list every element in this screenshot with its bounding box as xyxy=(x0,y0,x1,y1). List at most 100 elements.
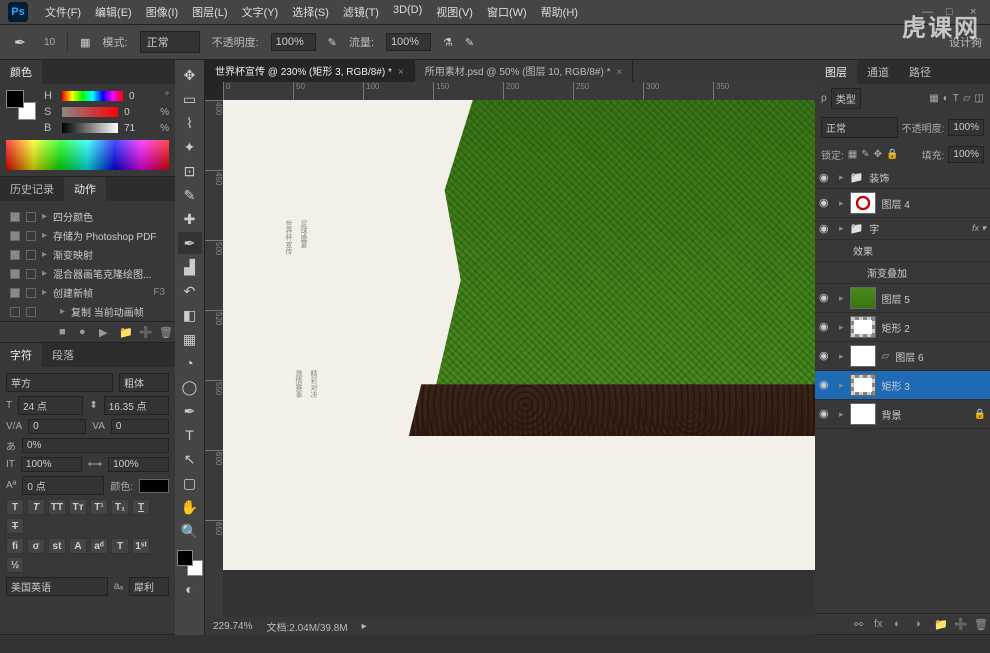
layer-row[interactable]: 渐变叠加 xyxy=(815,262,990,284)
shape-tool[interactable]: ▢ xyxy=(178,472,202,494)
action-dialog-toggle[interactable] xyxy=(26,307,36,317)
layer-row[interactable]: ▸矩形 3 xyxy=(815,371,990,400)
close-tab-icon[interactable]: × xyxy=(616,67,622,78)
visibility-icon[interactable] xyxy=(819,320,833,334)
record-icon[interactable]: ● xyxy=(79,326,91,338)
quickmask-tool[interactable]: ◐ xyxy=(178,578,202,600)
allcaps-button[interactable]: TT xyxy=(48,499,66,515)
layer-name[interactable]: 矩形 2 xyxy=(882,320,986,335)
menu-item[interactable]: 视图(V) xyxy=(429,4,480,20)
opacity-input[interactable]: 100% xyxy=(271,33,316,51)
baseline-input[interactable]: 0 点 xyxy=(22,476,104,495)
layer-row[interactable]: ▸装饰 xyxy=(815,167,990,189)
layer-name[interactable]: 图层 4 xyxy=(882,196,986,211)
menu-item[interactable]: 文字(Y) xyxy=(235,4,286,20)
italic-button[interactable]: T xyxy=(27,499,45,515)
close-tab-icon[interactable]: × xyxy=(398,67,404,78)
lock-pos-icon[interactable]: ✥ xyxy=(874,149,882,160)
font-size-input[interactable]: 24 点 xyxy=(18,396,83,415)
bold-button[interactable]: T xyxy=(6,499,24,515)
fx-label[interactable]: fx ▾ xyxy=(972,223,986,234)
menu-item[interactable]: 帮助(H) xyxy=(534,4,585,20)
text-color-swatch[interactable] xyxy=(139,479,169,493)
group-icon[interactable]: 📁 xyxy=(934,618,946,630)
menu-item[interactable]: 选择(S) xyxy=(285,4,336,20)
flow-input[interactable]: 100% xyxy=(386,33,431,51)
status-arrow-icon[interactable]: ▸ xyxy=(362,621,367,632)
stamp-tool[interactable]: ▟ xyxy=(178,256,202,278)
dodge-tool[interactable]: ◯ xyxy=(178,376,202,398)
ligature-button[interactable]: fi xyxy=(6,538,24,554)
link-icon[interactable]: ⚯ xyxy=(854,618,866,630)
filter-type-select[interactable]: 类型 xyxy=(831,88,861,109)
action-item[interactable]: ▸渐变映射 xyxy=(6,245,169,264)
action-dialog-toggle[interactable] xyxy=(26,269,36,279)
layer-row[interactable]: ▸图层 5 xyxy=(815,284,990,313)
strike-button[interactable]: T xyxy=(6,518,24,534)
color-spectrum[interactable] xyxy=(6,140,169,170)
lasso-tool[interactable]: ⌇ xyxy=(178,112,202,134)
airbrush-icon[interactable]: ⚗ xyxy=(443,36,453,49)
menu-item[interactable]: 编辑(E) xyxy=(88,4,139,20)
lock-pixel-icon[interactable]: ✎ xyxy=(861,149,869,160)
layer-row[interactable]: ▸字fx ▾ xyxy=(815,218,990,240)
type-tool[interactable]: T xyxy=(178,424,202,446)
action-item[interactable]: ▸存储为 Photoshop PDF xyxy=(6,226,169,245)
action-checkbox[interactable] xyxy=(10,250,20,260)
stop-icon[interactable]: ■ xyxy=(59,326,71,338)
brush-preset-icon[interactable]: ✒ xyxy=(8,31,32,53)
color-swatches[interactable] xyxy=(6,90,36,120)
layer-thumbnail[interactable] xyxy=(850,287,876,309)
layer-name[interactable]: 图层 6 xyxy=(895,349,986,364)
visibility-icon[interactable] xyxy=(819,171,833,185)
action-dialog-toggle[interactable] xyxy=(26,231,36,241)
tab-color[interactable]: 颜色 xyxy=(0,60,42,84)
tab-paths[interactable]: 路径 xyxy=(899,60,941,84)
trash-icon[interactable]: 🗑 xyxy=(159,326,171,338)
action-item[interactable]: ▸创建新帧F3 xyxy=(6,283,169,302)
layer-row[interactable]: ▸矩形 2 xyxy=(815,313,990,342)
lock-all-icon[interactable]: 🔒 xyxy=(886,149,898,160)
visibility-icon[interactable] xyxy=(819,222,833,236)
pressure-opacity-icon[interactable]: ✎ xyxy=(328,36,337,49)
eyedropper-tool[interactable]: ✎ xyxy=(178,184,202,206)
underline-button[interactable]: T xyxy=(132,499,150,515)
new-action-icon[interactable]: ➕ xyxy=(139,326,151,338)
bri-slider[interactable] xyxy=(62,123,118,133)
layer-thumbnail[interactable] xyxy=(850,345,876,367)
fx-icon[interactable]: fx xyxy=(874,618,886,630)
zoom-tool[interactable]: 🔍 xyxy=(178,520,202,542)
action-item[interactable]: ▸四分颜色 xyxy=(6,207,169,226)
menu-item[interactable]: 窗口(W) xyxy=(480,4,534,20)
tab-layers[interactable]: 图层 xyxy=(815,60,857,84)
healing-tool[interactable]: ✚ xyxy=(178,208,202,230)
layer-thumbnail[interactable] xyxy=(850,374,876,396)
mask-icon[interactable]: ◐ xyxy=(894,618,906,630)
workspace-label[interactable]: 设计狗 xyxy=(949,34,982,50)
stylistic-button[interactable]: st xyxy=(48,538,66,554)
layer-name[interactable]: 效果 xyxy=(853,247,873,258)
layer-row[interactable]: 效果 xyxy=(815,240,990,262)
filter-type-icon[interactable]: T xyxy=(953,93,959,104)
action-checkbox[interactable] xyxy=(10,269,20,279)
hand-tool[interactable]: ✋ xyxy=(178,496,202,518)
action-dialog-toggle[interactable] xyxy=(26,212,36,222)
eraser-tool[interactable]: ◧ xyxy=(178,304,202,326)
new-set-icon[interactable]: 📁 xyxy=(119,326,131,338)
layer-row[interactable]: ▸背景🔒 xyxy=(815,400,990,429)
layer-name[interactable]: 渐变叠加 xyxy=(867,269,907,280)
font-weight-select[interactable]: 粗体 xyxy=(119,373,169,392)
ruler-vertical[interactable]: 400450500520550600650 xyxy=(205,100,223,617)
b-value[interactable]: 71 xyxy=(124,123,154,134)
canvas[interactable]: 世界杯宣传 足球盛宴 激情赛事 精彩对决 xyxy=(223,100,815,617)
delete-icon[interactable]: 🗑 xyxy=(974,618,986,630)
zoom-value[interactable]: 229.74% xyxy=(213,621,252,632)
brush-size-value[interactable]: 10 xyxy=(44,37,55,48)
tab-channels[interactable]: 通道 xyxy=(857,60,899,84)
layer-row[interactable]: ▸▱图层 6 xyxy=(815,342,990,371)
wand-tool[interactable]: ✦ xyxy=(178,136,202,158)
visibility-icon[interactable] xyxy=(819,196,833,210)
lock-trans-icon[interactable]: ▦ xyxy=(848,149,857,160)
language-select[interactable]: 美国英语 xyxy=(6,577,108,596)
layer-name[interactable]: 矩形 3 xyxy=(882,378,986,393)
